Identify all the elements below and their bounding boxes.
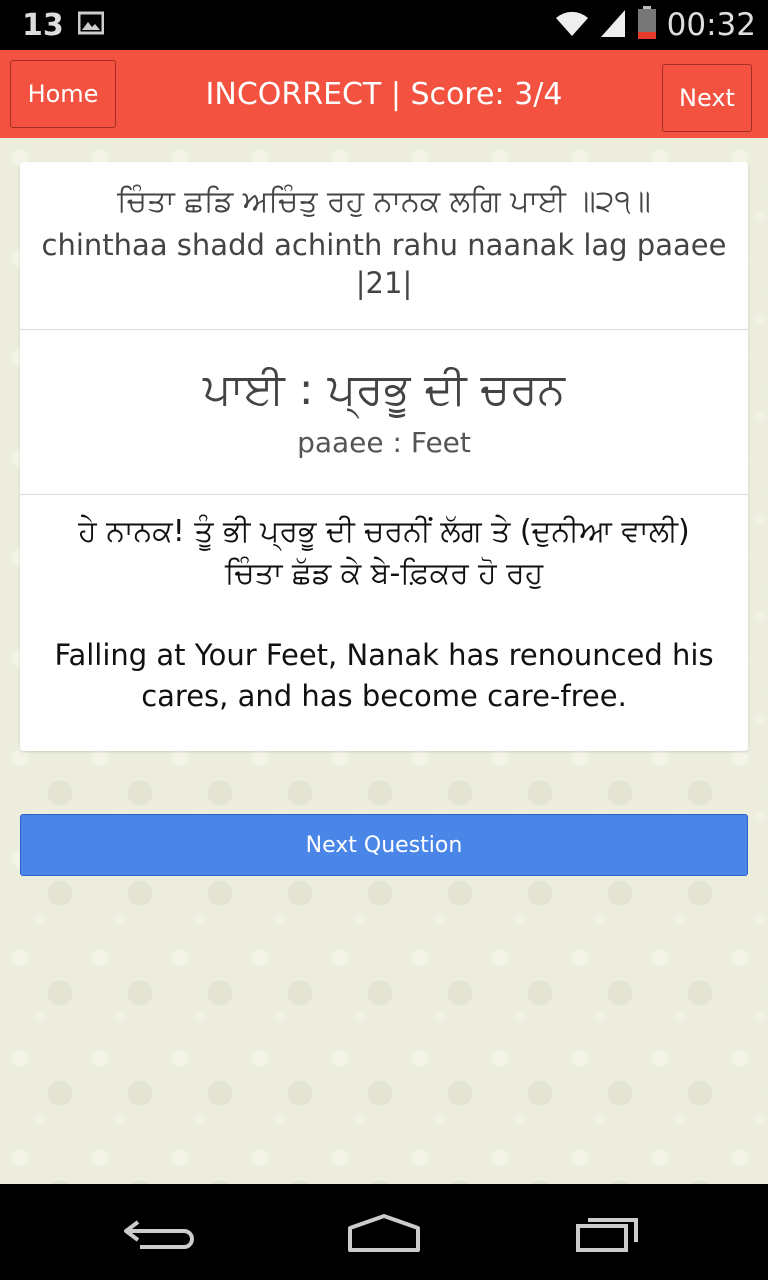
wifi-icon (555, 9, 589, 41)
verse-gurmukhi: ਚਿੰਤਾ ਛਡਿ ਅਚਿੰਤੁ ਰਹੁ ਨਾਨਕ ਲਗਿ ਪਾਈ ॥੨੧॥ (117, 184, 651, 219)
notification-count: 13 (22, 7, 64, 43)
question-card: ਚਿੰਤਾ ਛਡਿ ਅਚਿੰਤੁ ਰਹੁ ਨਾਨਕ ਲਗਿ ਪਾਈ ॥੨੧॥ c… (20, 162, 748, 751)
status-left: 13 (22, 6, 105, 44)
meaning-gurmukhi-line1: ਹੇ ਨਾਨਕ! ਤੂੰ ਭੀ ਪ੍ਰਭੂ ਦੀ ਚਰਨੀਂ ਲੱਗ ਤੇ (ਦ… (78, 514, 690, 549)
word-section: ਪਾਈ : ਪ੍ਰਭੂ ਦੀ ਚਰਨ paaee : Feet (20, 330, 748, 495)
word-transliteration: paaee : Feet (297, 426, 471, 459)
clock: 00:32 (666, 7, 756, 43)
app-bar: Home INCORRECT | Score: 3/4 Next (0, 50, 768, 138)
meaning-english-line1: Falling at Your Feet, Nanak has renounce… (54, 638, 714, 672)
verse-section: ਚਿੰਤਾ ਛਡਿ ਅਚਿੰਤੁ ਰਹੁ ਨਾਨਕ ਲਗਿ ਪਾਈ ॥੨੧॥ c… (20, 162, 748, 330)
back-icon[interactable] (110, 1204, 210, 1260)
next-button[interactable]: Next (662, 64, 752, 132)
image-icon (77, 11, 105, 39)
meaning-gurmukhi: ਹੇ ਨਾਨਕ! ਤੂੰ ਭੀ ਪ੍ਰਭੂ ਦੀ ਚਰਨੀਂ ਲੱਗ ਤੇ (ਦ… (20, 511, 748, 595)
recent-apps-icon[interactable] (560, 1204, 660, 1260)
battery-icon (637, 6, 657, 44)
status-bar: 13 00:32 (0, 0, 768, 50)
meaning-gurmukhi-line2: ਚਿੰਤਾ ਛੱਡ ਕੇ ਬੇ-ਫ਼ਿਕਰ ਹੋ ਰਹੁ (224, 556, 544, 591)
home-icon[interactable] (334, 1204, 434, 1260)
verse-transliteration-line1: chinthaa shadd achinth rahu naanak lag p… (41, 228, 727, 262)
meaning-section: ਹੇ ਨਾਨਕ! ਤੂੰ ਭੀ ਪ੍ਰਭੂ ਦੀ ਚਰਨੀਂ ਲੱਗ ਤੇ (ਦ… (20, 495, 748, 751)
signal-icon (599, 8, 627, 42)
content-area: ਚਿੰਤਾ ਛਡਿ ਅਚਿੰਤੁ ਰਹੁ ਨਾਨਕ ਲਗਿ ਪਾਈ ॥੨੧॥ c… (0, 138, 768, 1184)
meaning-english-line2: cares, and has become care-free. (141, 679, 627, 713)
verse-transliteration-line2: |21| (355, 266, 413, 300)
next-question-button[interactable]: Next Question (20, 814, 748, 876)
navigation-bar (0, 1184, 768, 1280)
meaning-english: Falling at Your Feet, Nanak has renounce… (20, 635, 748, 717)
page-title: INCORRECT | Score: 3/4 (205, 76, 563, 112)
word-gurmukhi: ਪਾਈ : ਪ੍ਰਭੂ ਦੀ ਚਰਨ (202, 364, 565, 415)
home-button[interactable]: Home (10, 60, 116, 128)
status-right: 00:32 (555, 6, 756, 44)
verse-transliteration: chinthaa shadd achinth rahu naanak lag p… (20, 226, 748, 302)
